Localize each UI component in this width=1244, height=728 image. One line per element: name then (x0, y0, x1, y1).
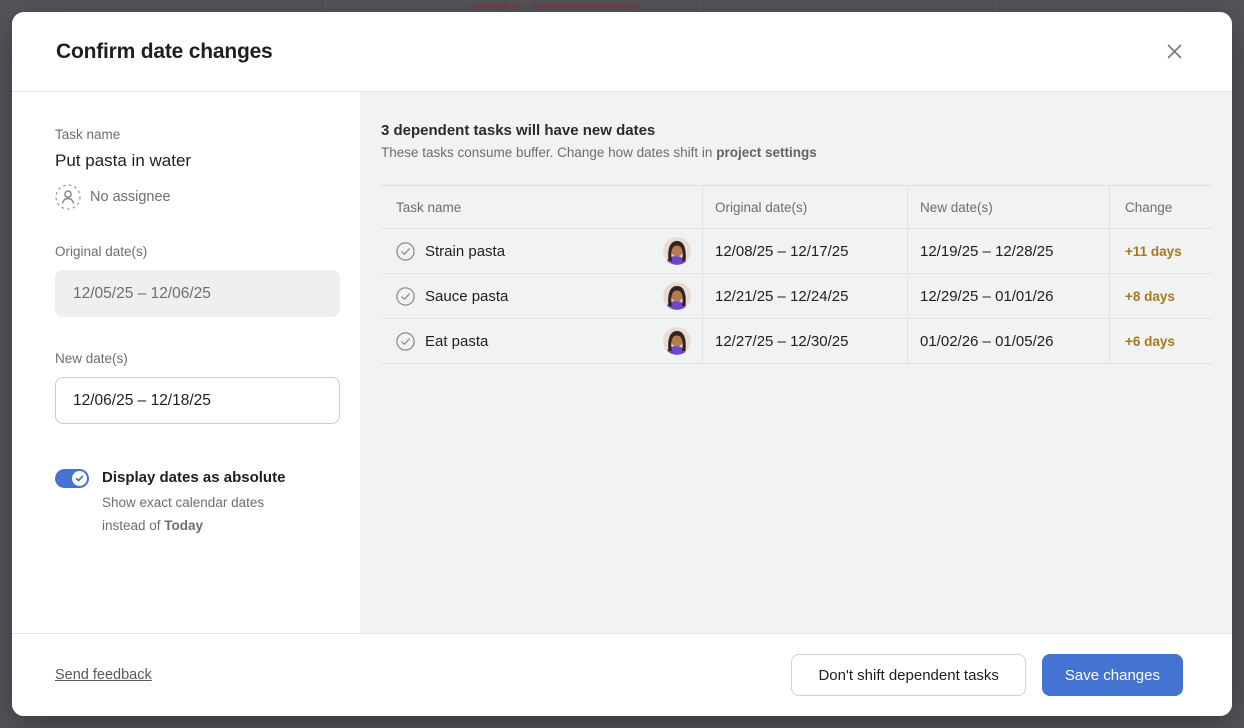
column-header-new-dates: New date(s) (907, 186, 1109, 228)
original-dates-cell: 12/21/25 – 12/24/25 (702, 274, 907, 318)
assignee-label: No assignee (90, 189, 171, 205)
background-red-text-remnant (532, 3, 637, 9)
toggle-description-prefix: instead of (102, 518, 164, 533)
background-column-divider (995, 0, 996, 12)
task-name-label: Task name (55, 127, 352, 142)
save-changes-button[interactable]: Save changes (1042, 654, 1183, 696)
avatar (663, 327, 691, 355)
toggle-description: Show exact calendar dates instead of Tod… (102, 492, 285, 537)
dialog-body: Task name Put pasta in water No assignee… (12, 92, 1232, 633)
check-circle-icon (396, 242, 415, 261)
task-summary-panel: Task name Put pasta in water No assignee… (12, 92, 360, 633)
new-dates-cell: 01/02/26 – 01/05/26 (907, 319, 1109, 363)
dont-shift-dependent-tasks-button[interactable]: Don't shift dependent tasks (791, 654, 1025, 696)
no-assignee-icon (55, 184, 81, 210)
close-icon (1165, 42, 1184, 61)
assignee-row: No assignee (55, 184, 352, 210)
new-dates-input[interactable] (55, 377, 340, 424)
table-header-row: Task name Original date(s) New date(s) C… (381, 185, 1212, 229)
check-circle-icon (396, 287, 415, 306)
change-cell: +6 days (1109, 319, 1212, 363)
dialog-footer: Send feedback Don't shift dependent task… (12, 633, 1232, 716)
toggle-check-icon (72, 471, 87, 486)
dependent-tasks-subheading: These tasks consume buffer. Change how d… (381, 145, 1212, 160)
new-dates-cell: 12/19/25 – 12/28/25 (907, 229, 1109, 273)
task-name-cell: Eat pasta (425, 333, 488, 350)
avatar (663, 237, 691, 265)
task-name-cell: Sauce pasta (425, 288, 508, 305)
task-name-cell: Strain pasta (425, 243, 505, 260)
column-header-task-name: Task name (381, 186, 702, 228)
send-feedback-link[interactable]: Send feedback (55, 667, 152, 683)
table-row: Sauce pasta 12/21/25 – 12/24/25 12/29/25… (381, 274, 1212, 319)
confirm-date-changes-dialog: Confirm date changes Task name Put pasta… (12, 12, 1232, 716)
dependent-tasks-heading: 3 dependent tasks will have new dates (381, 122, 1212, 139)
background-red-text-remnant (472, 3, 522, 9)
absolute-dates-toggle-row: Display dates as absolute Show exact cal… (55, 468, 352, 537)
original-dates-input (55, 270, 340, 317)
check-circle-icon (396, 332, 415, 351)
dependent-tasks-table: Task name Original date(s) New date(s) C… (381, 185, 1212, 364)
original-dates-label: Original date(s) (55, 244, 352, 259)
subheading-text: These tasks consume buffer. Change how d… (381, 145, 716, 160)
new-dates-cell: 12/29/25 – 01/01/26 (907, 274, 1109, 318)
dialog-header: Confirm date changes (12, 12, 1232, 92)
close-button[interactable] (1158, 36, 1190, 68)
table-row: Eat pasta 12/27/25 – 12/30/25 01/02/26 –… (381, 319, 1212, 364)
column-header-original-dates: Original date(s) (702, 186, 907, 228)
change-cell: +11 days (1109, 229, 1212, 273)
toggle-description-line1: Show exact calendar dates (102, 495, 264, 510)
column-header-change: Change (1109, 186, 1212, 228)
project-settings-link[interactable]: project settings (716, 145, 817, 160)
dialog-title: Confirm date changes (56, 40, 273, 64)
task-name-value: Put pasta in water (55, 151, 352, 171)
background-column-divider (700, 0, 701, 12)
background-column-divider (325, 0, 326, 12)
absolute-dates-toggle[interactable] (55, 469, 89, 488)
avatar (663, 282, 691, 310)
original-dates-cell: 12/08/25 – 12/17/25 (702, 229, 907, 273)
table-row: Strain pasta 12/08/25 – 12/17/25 12/19/2… (381, 229, 1212, 274)
new-dates-label: New date(s) (55, 351, 352, 366)
toggle-description-today: Today (164, 518, 203, 533)
original-dates-cell: 12/27/25 – 12/30/25 (702, 319, 907, 363)
toggle-label: Display dates as absolute (102, 468, 285, 487)
dependent-tasks-panel: 3 dependent tasks will have new dates Th… (360, 92, 1232, 633)
change-cell: +8 days (1109, 274, 1212, 318)
